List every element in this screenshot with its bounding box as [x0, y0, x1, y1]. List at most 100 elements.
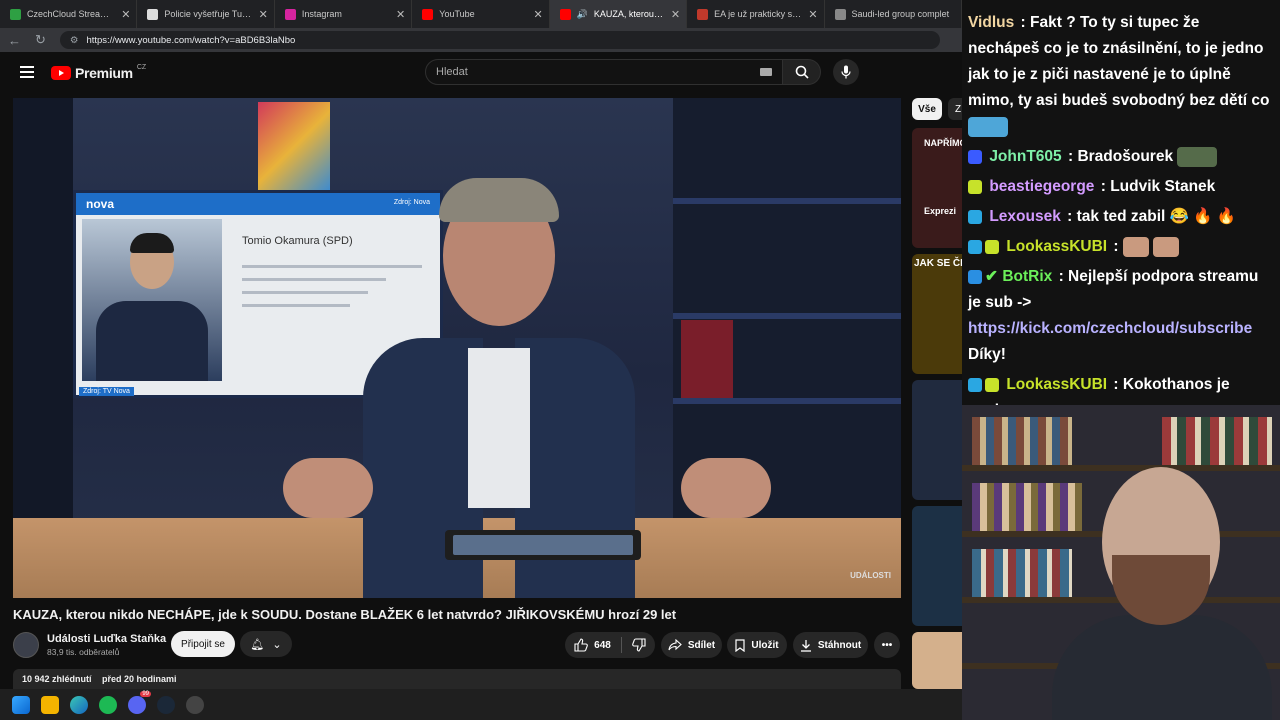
site-info-icon[interactable]: ⚙: [70, 35, 79, 46]
browser-tab-strip: CzechCloud Stream - Watch✕ Policie vyšet…: [0, 0, 962, 28]
subscriber-badge-icon: [968, 209, 982, 224]
close-tab-icon[interactable]: ✕: [259, 8, 268, 21]
tab-favicon-icon: [284, 8, 296, 20]
chat-username: JohnT605: [989, 148, 1062, 165]
chat-username: beastiegeorge: [989, 178, 1095, 195]
subscriber-badge-icon: [968, 179, 982, 194]
presenter: [343, 168, 643, 598]
recommendation-thumbnail[interactable]: [912, 506, 962, 626]
emote-icon: [1153, 236, 1180, 257]
browser-tab[interactable]: Saudi-led group complet: [825, 0, 962, 28]
video-player[interactable]: nova Zdroj: Nova Tomio Okamura (SPD) Zdro…: [13, 98, 901, 598]
recommendation-thumbnail[interactable]: [912, 632, 962, 689]
tab-favicon-icon: [147, 8, 159, 20]
chat-text: Ludvik Stanek: [1110, 178, 1216, 195]
verified-icon: ✔: [985, 268, 998, 285]
chat-username: Vidlus: [968, 14, 1015, 31]
speaker-icon[interactable]: 🔊: [577, 9, 588, 20]
youtube-premium-logo[interactable]: Premium CZ: [51, 64, 146, 81]
bot-badge-icon: [968, 269, 982, 284]
steam-icon[interactable]: [157, 695, 175, 714]
more-actions-button[interactable]: •••: [874, 632, 900, 658]
browser-tab[interactable]: Policie vyšetřuje Turkovu neh✕: [137, 0, 275, 28]
chat-username: LookassKUBI: [1006, 238, 1108, 255]
address-bar-row: ← ↻ ⚙ https://www.youtube.com/watch?v=aB…: [0, 28, 962, 52]
download-icon: [800, 639, 811, 652]
browser-tab-active[interactable]: 🔊KAUZA, kterou nikdo NEC✕: [549, 0, 688, 28]
channel-avatar[interactable]: [13, 632, 39, 658]
close-tab-icon[interactable]: ✕: [533, 8, 542, 21]
url-text: https://www.youtube.com/watch?v=aBD6B3la…: [86, 34, 296, 46]
chat-message: JohnT605 : Bradošourek: [968, 144, 1274, 170]
recommendation-thumbnail[interactable]: JAK SE ČES: [912, 254, 962, 374]
video-title: KAUZA, kterou nikdo NECHÁPE, jde k SOUDU…: [13, 607, 677, 622]
recommendation-thumbnail[interactable]: [912, 380, 962, 500]
keyboard-icon[interactable]: [760, 68, 772, 76]
url-field[interactable]: ⚙ https://www.youtube.com/watch?v=aBD6B3…: [59, 31, 940, 49]
reload-icon[interactable]: ↻: [35, 32, 46, 48]
stream-chat: Vidlus : Fakt ? To ty si tupec že necháp…: [962, 0, 1280, 405]
spotify-icon[interactable]: [99, 695, 117, 714]
emote-icon: [968, 116, 1008, 137]
chat-username: Lexousek: [989, 208, 1061, 225]
notifications-button[interactable]: 🔔︎ ⌄: [240, 631, 292, 657]
like-button[interactable]: 648: [574, 638, 611, 652]
view-count: 10 942 zhlédnutí: [22, 674, 92, 684]
close-tab-icon[interactable]: ✕: [671, 8, 680, 21]
thumbs-down-icon[interactable]: [632, 638, 646, 652]
subscribe-link[interactable]: https://kick.com/czechcloud/subscribe: [968, 320, 1252, 337]
join-button[interactable]: Připojit se: [171, 631, 235, 657]
edge-browser-icon[interactable]: [70, 695, 88, 714]
browser-tab[interactable]: Instagram ✕: [275, 0, 413, 28]
youtube-header: Premium CZ Hledat: [0, 52, 962, 96]
recommendation-thumbnail[interactable]: NAPŘÍMOExprezi: [912, 128, 962, 248]
download-button[interactable]: Stáhnout: [793, 632, 868, 658]
chat-username: BotRix: [1002, 268, 1053, 285]
subscriber-badge-icon: [968, 239, 982, 254]
menu-icon[interactable]: [20, 66, 34, 78]
more-dots-icon: •••: [881, 639, 893, 651]
windows-start-icon[interactable]: [12, 695, 30, 714]
search-input[interactable]: Hledat: [425, 59, 783, 85]
share-button[interactable]: Sdílet: [661, 632, 722, 658]
gifter-badge-icon: [985, 377, 999, 392]
books: [972, 417, 1072, 465]
thumbs-up-icon: [574, 638, 588, 652]
app-icon[interactable]: [186, 695, 204, 714]
chat-message: LookassKUBI : Kokothanos je pecka: [968, 372, 1274, 405]
close-tab-icon[interactable]: ✕: [808, 8, 817, 21]
books: [972, 483, 1082, 531]
close-tab-icon[interactable]: ✕: [121, 8, 130, 21]
description-box[interactable]: 10 942 zhlédnutí před 20 hodinami: [13, 669, 901, 689]
tab-favicon-icon: [10, 8, 21, 20]
channel-info[interactable]: Události Luďka Staňka 83,9 tis. odběrate…: [13, 630, 166, 660]
chat-message: Lexousek : tak ted zabil 😂 🔥 🔥: [968, 204, 1274, 230]
chat-message: beastiegeorge : Ludvik Stanek: [968, 174, 1274, 200]
back-arrow-icon[interactable]: ←: [8, 33, 21, 48]
discord-icon[interactable]: 99: [128, 690, 151, 714]
microphone-icon: [841, 65, 851, 79]
politician-photo: [82, 219, 222, 381]
chip-all[interactable]: Vše: [912, 98, 942, 120]
chevron-down-icon: ⌄: [272, 638, 282, 651]
browser-tab[interactable]: CzechCloud Stream - Watch✕: [0, 0, 138, 28]
shelf-board: [673, 313, 901, 319]
voice-search-button[interactable]: [833, 59, 859, 85]
bookmark-icon: [735, 638, 745, 652]
close-tab-icon[interactable]: ✕: [396, 8, 405, 21]
streamer-webcam: [962, 405, 1280, 720]
save-button[interactable]: Uložit: [727, 632, 787, 658]
taskbar: 99: [0, 689, 962, 720]
magazine-cover: [681, 320, 733, 398]
chat-message: Vidlus : Fakt ? To ty si tupec že necháp…: [968, 10, 1274, 140]
bell-icon: 🔔︎: [250, 638, 265, 651]
channel-name[interactable]: Události Luďka Staňka: [47, 633, 166, 645]
file-explorer-icon[interactable]: [41, 695, 59, 714]
browser-tab[interactable]: EA je už prakticky saúdská. E✕: [687, 0, 825, 28]
painting: [258, 102, 330, 192]
subscriber-badge-icon: [968, 377, 982, 392]
chat-text: tak ted zabil 😂 🔥 🔥: [1076, 208, 1237, 225]
browser-tab[interactable]: YouTube ✕: [412, 0, 550, 28]
streamer-body: [1052, 615, 1272, 720]
search-button[interactable]: [783, 59, 821, 85]
